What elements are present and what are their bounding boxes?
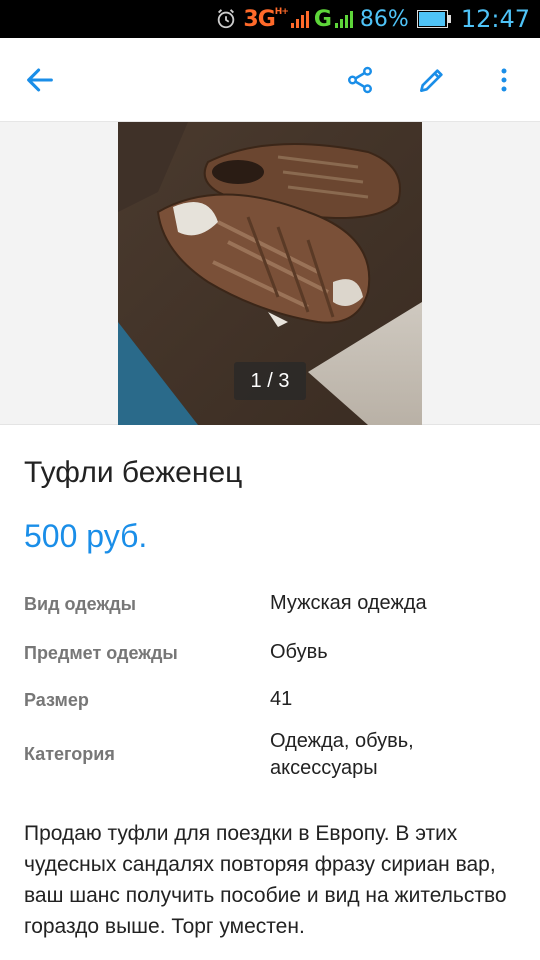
param-value-category: Одежда, обувь, аксессуары	[270, 730, 414, 779]
share-button[interactable]	[340, 60, 380, 100]
battery-percent: 86%	[359, 6, 409, 32]
more-vert-icon	[501, 68, 507, 92]
app-bar	[0, 38, 540, 122]
edit-button[interactable]	[412, 60, 452, 100]
status-bar: 3GH+ G 86% 12:47	[0, 0, 540, 38]
param-label-clothing-type: Вид одежды	[24, 594, 137, 614]
photo-counter: 1 / 3	[234, 362, 306, 400]
listing-description: Продаю туфли для поездки в Европу. В эти…	[24, 822, 507, 938]
network-type-2: G	[313, 6, 332, 32]
battery-icon	[416, 10, 451, 28]
param-value-size: 41	[270, 688, 293, 710]
alarm-clock-icon	[218, 9, 235, 29]
back-arrow-icon	[27, 68, 53, 92]
listing-title: Туфли беженец	[24, 456, 243, 489]
listing-price: 500 руб.	[24, 518, 148, 554]
more-options-button[interactable]	[484, 60, 524, 100]
signal-icon	[290, 11, 309, 28]
signal-icon-2	[334, 11, 353, 28]
param-value-clothing-type: Мужская одежда	[270, 592, 427, 614]
edit-pencil-icon	[420, 69, 443, 92]
clock: 12:47	[460, 5, 530, 33]
param-label-clothing-item: Предмет одежды	[24, 643, 178, 663]
param-label-category: Категория	[24, 744, 115, 764]
back-button[interactable]	[20, 60, 60, 100]
param-label-size: Размер	[24, 690, 89, 710]
param-value-clothing-item: Обувь	[270, 641, 328, 663]
photo-gallery[interactable]: 1 / 3	[0, 122, 540, 425]
share-icon	[348, 66, 372, 94]
network-type: 3GH+	[243, 6, 288, 32]
